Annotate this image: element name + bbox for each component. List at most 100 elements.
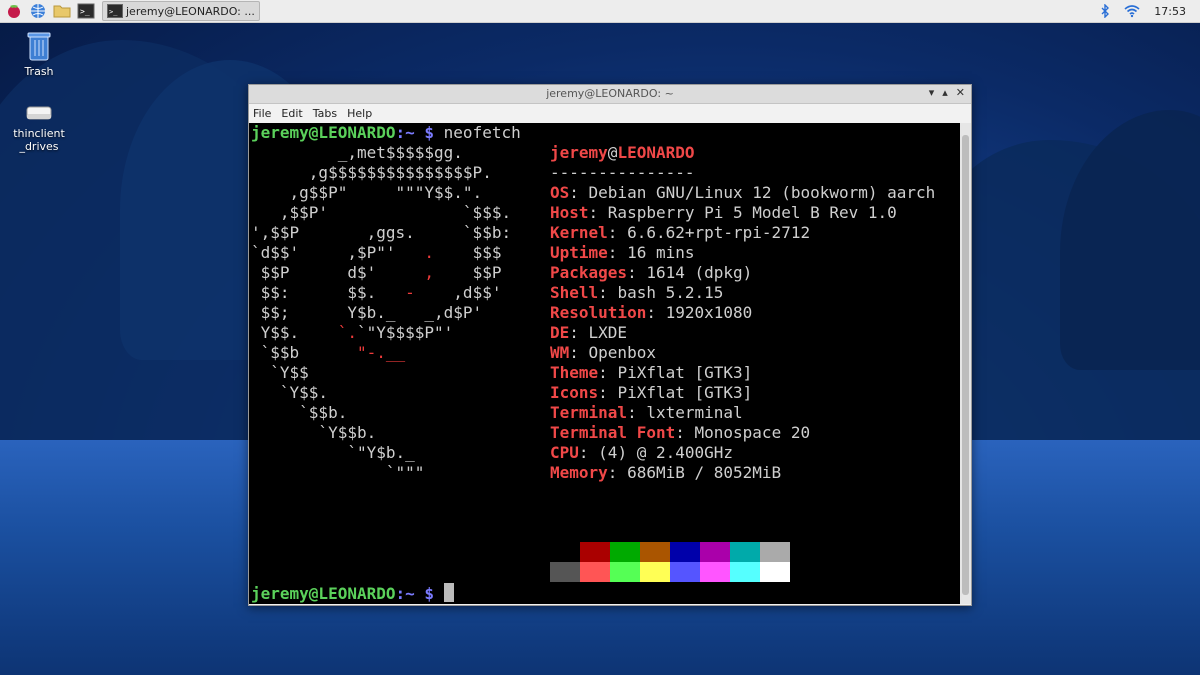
ascii-logo-text: `$$b. [251,403,348,422]
menu-edit[interactable]: Edit [281,107,302,120]
ascii-logo-text: ',$$P ,ggs. `$$b: [251,223,512,242]
web-browser-icon[interactable] [28,2,48,20]
color-swatch [580,562,610,582]
prompt-command: neofetch [434,123,521,142]
color-swatch [760,542,790,562]
ascii-logo-text: `""" [251,463,425,482]
info-row: WM: Openbox [550,343,656,363]
color-swatch [610,542,640,562]
ascii-logo-text: Y$$. [251,323,338,342]
info-value: bash 5.2.15 [617,283,724,302]
info-key: Kernel [550,223,608,242]
ascii-logo-text: `"Y$b._ [251,443,415,462]
desktop-icon-label: Trash [24,65,54,78]
file-manager-icon[interactable] [52,2,72,20]
bluetooth-icon[interactable] [1100,4,1110,18]
ascii-logo-line: _,met$$$$$gg. [251,143,463,163]
color-palette [550,542,790,582]
ascii-logo-text: ,$$P' `$$$. [251,203,512,222]
desktop-icon-drive[interactable]: thinclient_drives [4,102,74,153]
terminal-window: jeremy@LEONARDO: ~ ▾ ▴ ✕ File Edit Tabs … [248,84,972,606]
info-colon: : [569,323,589,342]
scrollbar-thumb[interactable] [962,135,969,595]
info-at: @ [607,143,618,162]
menu-file[interactable]: File [253,107,271,120]
info-colon: : [675,423,695,442]
ascii-logo-accent: , [424,263,435,282]
info-key: Packages [550,263,628,282]
raspberry-menu-icon[interactable] [4,2,24,20]
color-swatch [730,562,760,582]
ascii-logo-line: `Y$$b. [251,423,376,443]
ascii-logo-line: $$; Y$b._ _,d$P' [251,303,483,323]
taskbar: >_ >_ jeremy@LEONARDO: ... 17:53 [0,0,1200,23]
ascii-logo-text: $$; Y$b._ _,d$P' [251,303,483,322]
menu-help[interactable]: Help [347,107,372,120]
terminal-output[interactable]: jeremy@LEONARDO:~ $ neofetch _,met$$$$$g… [249,123,960,604]
minimize-icon[interactable]: ▾ [929,86,935,99]
info-value: LXDE [588,323,628,342]
svg-text:>_: >_ [109,8,118,16]
clock[interactable]: 17:53 [1154,5,1186,18]
info-value: Openbox [588,343,656,362]
ascii-logo-text: $$P [434,263,502,282]
color-swatch [550,542,580,562]
ascii-logo-line: `d$$' ,$P"' . $$$ [251,243,501,263]
ascii-logo-line: ,$$P' `$$$. [251,203,511,223]
ascii-logo-line: `"Y$b._ [251,443,415,463]
color-swatch [700,542,730,562]
ascii-logo-line: ',$$P ,ggs. `$$b: [251,223,511,243]
info-colon: : [627,263,647,282]
ascii-logo-text: $$: $$. [251,283,406,302]
info-key: CPU [550,443,579,462]
info-value: 1920x1080 [665,303,753,322]
info-row: Shell: bash 5.2.15 [550,283,723,303]
info-key: Resolution [550,303,647,322]
info-colon: : [569,183,589,202]
info-row: Terminal Font: Monospace 20 [550,423,810,443]
terminal-icon: >_ [107,4,123,18]
prompt-path: :~ [395,584,415,603]
menu-tabs[interactable]: Tabs [313,107,337,120]
maximize-icon[interactable]: ▴ [942,86,948,99]
info-host: LEONARDO [617,143,695,162]
info-colon: : [646,303,666,322]
info-key: Memory [550,463,608,482]
prompt-line-current: jeremy@LEONARDO:~ $ [251,583,454,604]
palette-row-bright [550,562,790,582]
ascii-logo-line: ,g$$$$$$$$$$$$$$$P. [251,163,492,183]
info-value: PiXflat [GTK3] [617,363,753,382]
window-titlebar[interactable]: jeremy@LEONARDO: ~ ▾ ▴ ✕ [249,85,971,104]
ascii-logo-accent: . [424,243,435,262]
info-key: Terminal Font [550,423,676,442]
taskbar-task-terminal[interactable]: >_ jeremy@LEONARDO: ... [102,1,260,21]
scrollbar[interactable] [960,123,971,604]
info-value: 16 mins [627,243,695,262]
ascii-logo-line: $$: $$. - ,d$$' [251,283,502,303]
color-swatch [580,542,610,562]
ascii-logo-text: `"Y$$$$P"' [356,323,454,342]
prompt-sign: $ [414,123,435,142]
info-row: Memory: 686MiB / 8052MiB [550,463,781,483]
info-row: CPU: (4) @ 2.400GHz [550,443,733,463]
info-row: Packages: 1614 (dpkg) [550,263,752,283]
ascii-logo-line: $$P d$' , $$P [251,263,502,283]
palette-row-normal [550,542,790,562]
ascii-logo-accent: `. [337,323,357,342]
prompt-sign: $ [414,584,435,603]
desktop-icon-trash[interactable]: Trash [4,30,74,78]
info-row: DE: LXDE [550,323,627,343]
color-swatch [640,542,670,562]
info-row: Terminal: lxterminal [550,403,743,423]
info-colon: : [598,363,618,382]
info-key: WM [550,343,570,362]
prompt-line: jeremy@LEONARDO:~ $ neofetch [251,123,521,143]
terminal-launcher-icon[interactable]: >_ [76,2,96,20]
info-row: Host: Raspberry Pi 5 Model B Rev 1.0 [550,203,897,223]
close-icon[interactable]: ✕ [956,86,965,99]
ascii-logo-line: `Y$$. [251,383,328,403]
info-value: Debian GNU/Linux 12 (bookworm) aarch [588,183,936,202]
wifi-icon[interactable] [1124,4,1140,18]
info-colon: : [588,203,608,222]
info-colon: : [607,223,628,242]
